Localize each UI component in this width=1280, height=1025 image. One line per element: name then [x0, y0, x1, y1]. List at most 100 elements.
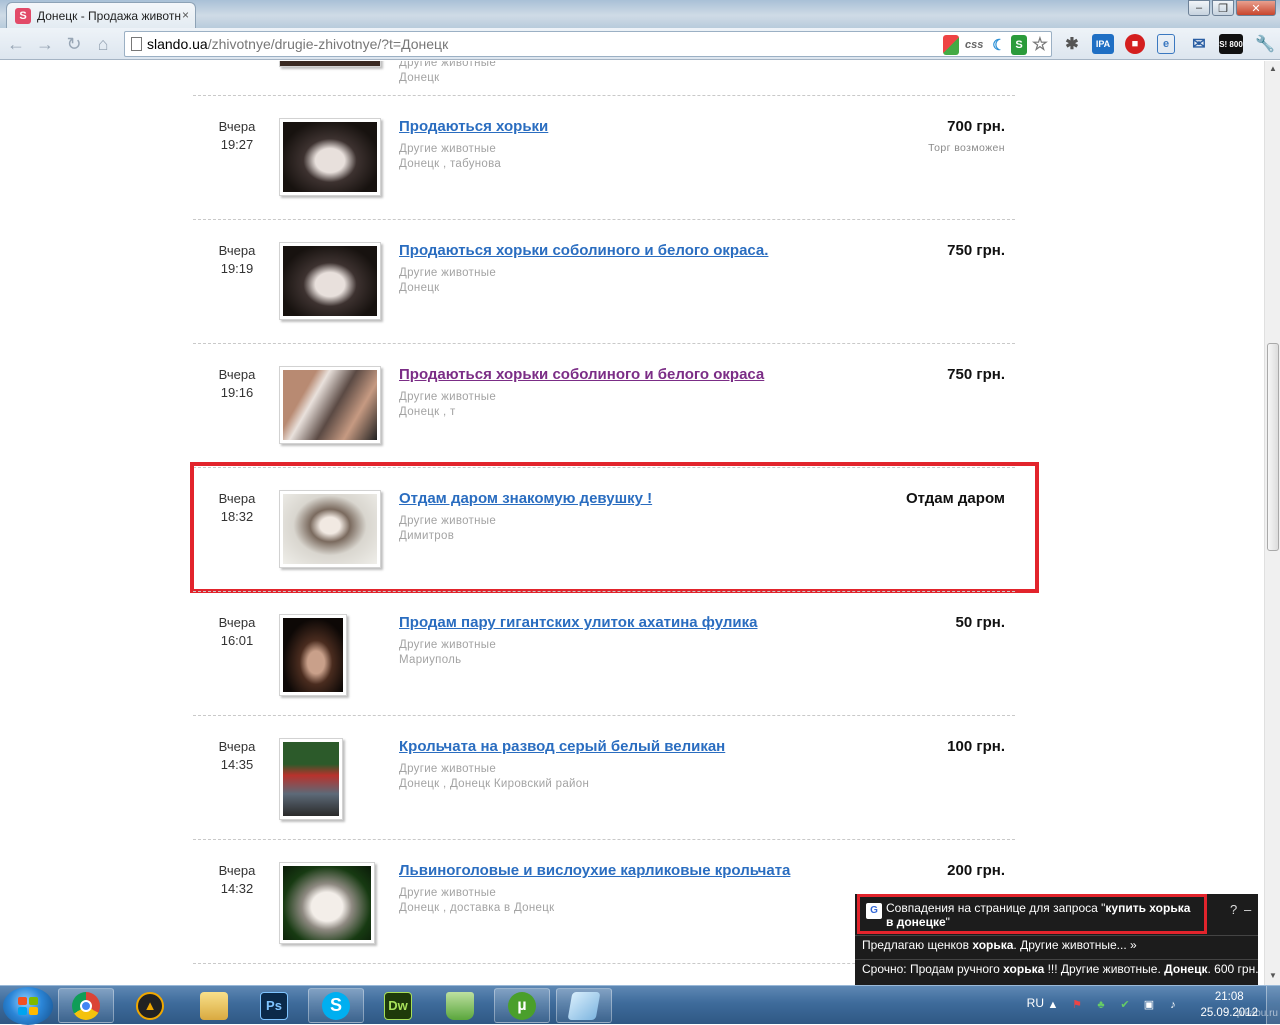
aimp-icon: ▲: [136, 991, 164, 1020]
scroll-up-icon[interactable]: ▲: [1268, 64, 1278, 74]
listing-title-link[interactable]: Крольчата на развод серый белый великан: [399, 738, 725, 755]
tab-close-icon[interactable]: ×: [182, 8, 189, 22]
action-center-icon[interactable]: ⚑: [1070, 998, 1084, 1012]
listing-row: Вчера 19:27 Продаються хорьки Другие живо…: [193, 95, 1015, 219]
listing-thumbnail[interactable]: [279, 614, 347, 696]
bookmark-star-icon[interactable]: ☆: [1031, 34, 1049, 54]
taskbar-utorrent[interactable]: µ: [494, 988, 550, 1023]
scroll-thumb[interactable]: [1267, 343, 1279, 551]
listing-date: Вчера 19:19: [218, 243, 256, 276]
listing-row: Вчера 16:01 Продам пару гигантских улиток…: [193, 591, 1015, 715]
network-icon[interactable]: ▣: [1142, 998, 1156, 1012]
show-desktop-button[interactable]: [1266, 986, 1280, 1025]
listing-meta: Другие животные Донецк , доставка в Донец…: [399, 887, 555, 914]
back-icon[interactable]: ←: [6, 34, 26, 54]
window-controls: – ❐ ✕: [1188, 0, 1276, 16]
taskbar-skype[interactable]: S: [308, 988, 364, 1023]
ipa-ext-icon[interactable]: IPA: [1092, 34, 1114, 54]
listing-meta: Другие животные Донецк , Донецк Кировский…: [399, 763, 590, 790]
volume-icon[interactable]: ♪: [1166, 998, 1180, 1012]
listing-title-link[interactable]: Продаються хорьки соболиного и белого ок…: [399, 242, 768, 259]
listing-thumbnail[interactable]: [279, 242, 381, 320]
taskbar-dreamweaver[interactable]: Dw: [370, 988, 426, 1023]
browser-tab[interactable]: S Донецк - Продажа животн ×: [6, 2, 196, 28]
taskbar-chrome[interactable]: [58, 988, 114, 1023]
title-bar: S Донецк - Продажа животн × – ❐ ✕: [0, 0, 1280, 28]
home-icon[interactable]: ⌂: [93, 34, 113, 54]
taskbar-app[interactable]: [432, 988, 488, 1023]
listing-thumbnail[interactable]: [279, 738, 343, 820]
listing-thumbnail[interactable]: [279, 118, 381, 196]
listing-price: 50 грн.: [955, 614, 1006, 631]
windows-taskbar: ▲ Ps S Dw µ RU ▲ ⚑ ♣ ✔ ▣ ♪ 21:08 25.09.2…: [0, 985, 1280, 1025]
minimize-popup-icon[interactable]: –: [1244, 902, 1251, 917]
money-ext-icon[interactable]: S: [1011, 35, 1027, 55]
page-scrollbar[interactable]: ▲ ▼: [1264, 61, 1280, 985]
tray-app-icon[interactable]: ♣: [1094, 998, 1108, 1012]
listing-thumbnail[interactable]: [279, 862, 375, 944]
taskbar-photoshop[interactable]: Ps: [246, 988, 302, 1023]
listing-title-link[interactable]: Продаються хорьки: [399, 118, 548, 135]
forward-icon[interactable]: →: [35, 34, 55, 54]
page-content: Другие животные Донецк Вчера 19:27 Продаю…: [0, 61, 1264, 985]
tray-check-icon[interactable]: ✔: [1118, 998, 1132, 1012]
mail-icon[interactable]: ✉: [1189, 34, 1209, 54]
system-tray: RU ▲ ⚑ ♣ ✔ ▣ ♪ 21:08 25.09.2012 pikabu.r…: [980, 986, 1280, 1025]
listing-thumbnail[interactable]: [279, 61, 381, 67]
moon-ext-icon[interactable]: ☾: [991, 35, 1007, 55]
listing-date: Вчера 14:35: [218, 739, 256, 772]
popup-result-link[interactable]: Предлагаю щенков хорька. Другие животные…: [855, 935, 1258, 954]
popup-header: G Совпадения на странице для запроса "ку…: [857, 894, 1207, 934]
listing-date: Вчера 19:16: [218, 367, 256, 400]
page-icon: [131, 37, 142, 51]
reload-icon[interactable]: ↻: [64, 34, 84, 54]
adblock-icon[interactable]: ■: [1125, 34, 1145, 54]
windows-logo-icon: [18, 997, 38, 1015]
minimize-window-button[interactable]: –: [1188, 0, 1210, 16]
explorer-icon: [200, 991, 228, 1020]
google-icon: G: [866, 903, 882, 919]
listing-row: Вчера 19:19 Продаються хорьки соболиного …: [193, 219, 1015, 343]
listing-title-link[interactable]: Продам пару гигантских улиток ахатина фу…: [399, 614, 757, 631]
listing-date: Вчера 14:32: [218, 863, 256, 896]
listing-row: Вчера 14:35 Крольчата на развод серый бел…: [193, 715, 1015, 839]
google-ext-icon[interactable]: [943, 35, 959, 55]
wrench-icon[interactable]: 🔧: [1255, 34, 1275, 54]
listing-thumbnail[interactable]: [279, 366, 381, 444]
listing-price: 750 грн.: [947, 242, 1005, 259]
search-matches-popup: G Совпадения на странице для запроса "ку…: [855, 894, 1258, 985]
utorrent-icon: µ: [508, 991, 536, 1020]
popup-result-link[interactable]: Срочно: Продам ручного хорька !!! Другие…: [855, 959, 1258, 978]
listing-price: 700 грн.: [947, 118, 1005, 135]
listing-meta: Другие животные Донецк: [399, 267, 497, 294]
listing-title-link[interactable]: Продаються хорьки соболиного и белого ок…: [399, 366, 764, 383]
taskbar-aimp[interactable]: ▲: [122, 988, 178, 1023]
listing-price-note: Торг возможен: [928, 142, 1005, 154]
taskbar-notepad[interactable]: [556, 988, 612, 1023]
listing-meta: Другие животные Донецк: [399, 61, 497, 84]
css-ext-icon[interactable]: css: [965, 35, 983, 55]
listing-date: Вчера 19:27: [218, 119, 256, 152]
listing-price: 200 грн.: [947, 862, 1005, 879]
listing-meta: Другие животные Донецк , табунова: [399, 143, 502, 170]
start-button[interactable]: [3, 987, 53, 1025]
listing-title-link[interactable]: Львиноголовые и вислоухие карликовые кро…: [399, 862, 790, 879]
notepad-icon: [567, 991, 601, 1020]
seo-ext-icon[interactable]: S! 800: [1219, 34, 1243, 54]
show-hidden-icons-icon[interactable]: ▲: [1046, 998, 1060, 1012]
listing-row: Вчера 19:16 Продаються хорьки соболиного …: [193, 343, 1015, 467]
page-ext-icon[interactable]: e: [1157, 34, 1175, 54]
scroll-down-icon[interactable]: ▼: [1268, 971, 1278, 981]
listing-date: Вчера 16:01: [218, 615, 256, 648]
listing-price: 750 грн.: [947, 366, 1005, 383]
bug-ext-icon[interactable]: ✱: [1062, 34, 1082, 54]
url-path: /zhivotnye/drugie-zhivotnye/?t=Донецк: [207, 36, 449, 52]
language-indicator[interactable]: RU: [1027, 996, 1044, 1010]
help-icon[interactable]: ?: [1230, 902, 1237, 917]
taskbar-explorer[interactable]: [186, 988, 242, 1023]
app-icon: [446, 991, 474, 1020]
close-window-button[interactable]: ✕: [1236, 0, 1276, 16]
restore-window-button[interactable]: ❐: [1212, 0, 1234, 16]
listing-price: 100 грн.: [947, 738, 1005, 755]
address-bar[interactable]: slando.ua/zhivotnye/drugie-zhivotnye/?t=…: [124, 31, 1052, 57]
